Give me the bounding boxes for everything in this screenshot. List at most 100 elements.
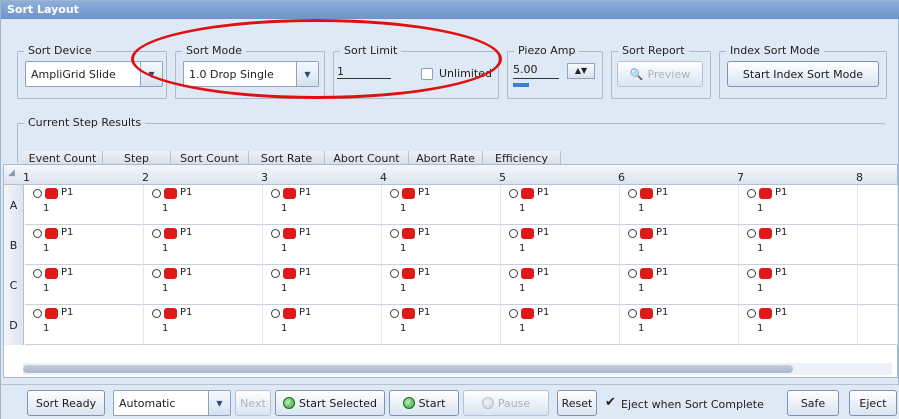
sort-ready-button[interactable]: Sort Ready — [27, 390, 105, 416]
cell-select-radio[interactable] — [152, 269, 161, 278]
cell-population-label: P1 — [656, 307, 669, 318]
unlimited-checkbox[interactable] — [421, 68, 433, 80]
cell-population-label: P1 — [61, 307, 74, 318]
cell-select-radio[interactable] — [509, 189, 518, 198]
cell-select-radio[interactable] — [390, 309, 399, 318]
start-button[interactable]: Start — [389, 390, 459, 416]
grid-cell[interactable]: P1 1 — [382, 185, 501, 225]
safe-button[interactable]: Safe — [787, 390, 839, 416]
pause-button[interactable]: Pause — [463, 390, 549, 416]
chevron-down-icon[interactable]: ▼ — [296, 62, 318, 86]
piezo-amp-input[interactable]: 5.00 — [513, 63, 559, 79]
piezo-amp-spinner[interactable]: ▲▼ — [567, 63, 595, 79]
cell-select-radio[interactable] — [33, 269, 42, 278]
cell-select-radio[interactable] — [390, 189, 399, 198]
cell-select-radio[interactable] — [628, 309, 637, 318]
reset-button[interactable]: Reset — [557, 390, 597, 416]
cell-select-radio[interactable] — [33, 229, 42, 238]
cell-select-radio[interactable] — [33, 309, 42, 318]
sort-device-combo[interactable]: AmpliGrid Slide ▼ — [25, 61, 163, 87]
grid-cell[interactable]: P1 1 — [25, 185, 144, 225]
grid-cell[interactable]: P1 1 — [144, 305, 263, 345]
piezo-amp-legend: Piezo Amp — [514, 44, 580, 57]
grid-cell[interactable]: P1 1 — [25, 305, 144, 345]
cell-select-radio[interactable] — [747, 229, 756, 238]
cell-select-radio[interactable] — [509, 229, 518, 238]
cell-count-label: 1 — [757, 323, 764, 334]
scrollbar-thumb[interactable] — [23, 365, 793, 373]
grid-cell[interactable]: P1 1 — [620, 185, 739, 225]
cell-select-radio[interactable] — [747, 309, 756, 318]
grid-cell[interactable]: P1 1 — [620, 225, 739, 265]
grid-cell[interactable]: P1 1 — [739, 225, 858, 265]
cell-select-radio[interactable] — [509, 309, 518, 318]
eject-when-complete-label: Eject when Sort Complete — [621, 398, 764, 411]
population-color-swatch — [283, 188, 296, 199]
start-selected-label: Start Selected — [298, 396, 378, 410]
grid-cell-partial[interactable] — [858, 225, 898, 265]
cell-select-radio[interactable] — [271, 189, 280, 198]
sort-limit-input[interactable]: 1 — [337, 65, 391, 79]
cell-select-radio[interactable] — [509, 269, 518, 278]
grid-cell[interactable]: P1 1 — [25, 225, 144, 265]
grid-cell[interactable]: P1 1 — [620, 305, 739, 345]
cell-count-label: 1 — [638, 243, 645, 254]
next-button[interactable]: Next — [235, 390, 271, 416]
grid-cell[interactable]: P1 1 — [739, 185, 858, 225]
population-color-swatch — [283, 308, 296, 319]
cell-select-radio[interactable] — [271, 229, 280, 238]
chevron-down-icon[interactable]: ▼ — [208, 391, 230, 415]
grid-cell[interactable]: P1 1 — [263, 225, 382, 265]
cell-select-radio[interactable] — [628, 269, 637, 278]
grid-cell-partial[interactable] — [858, 185, 898, 225]
cell-select-radio[interactable] — [152, 309, 161, 318]
sort-mode-combo[interactable]: 1.0 Drop Single ▼ — [183, 61, 319, 87]
pause-label: Pause — [497, 396, 531, 410]
cell-select-radio[interactable] — [628, 229, 637, 238]
sort-device-value: AmpliGrid Slide — [31, 67, 116, 81]
grid-cell[interactable]: P1 1 — [382, 265, 501, 305]
sort-mode-select[interactable]: Automatic ▼ — [113, 390, 231, 416]
grid-cell[interactable]: P1 1 — [25, 265, 144, 305]
grid-cell[interactable]: P1 1 — [620, 265, 739, 305]
grid-cell[interactable]: P1 1 — [501, 185, 620, 225]
grid-cell[interactable]: P1 1 — [263, 305, 382, 345]
cell-select-radio[interactable] — [271, 309, 280, 318]
grid-cell[interactable]: P1 1 — [739, 305, 858, 345]
unlimited-label: Unlimited — [439, 67, 492, 80]
grid-cell[interactable]: P1 1 — [144, 225, 263, 265]
grid-cell-partial[interactable] — [858, 265, 898, 305]
grid-cell[interactable]: P1 1 — [501, 225, 620, 265]
grid-cell[interactable]: P1 1 — [144, 185, 263, 225]
grid-cell[interactable]: P1 1 — [144, 265, 263, 305]
cell-select-radio[interactable] — [152, 189, 161, 198]
eject-button[interactable]: Eject — [849, 390, 897, 416]
preview-button[interactable]: 🔍 Preview — [617, 61, 703, 87]
start-index-sort-mode-button[interactable]: Start Index Sort Mode — [727, 61, 879, 87]
grid-cell[interactable]: P1 1 — [382, 305, 501, 345]
chevron-down-icon[interactable]: ▼ — [140, 62, 162, 86]
grid-cell[interactable]: P1 1 — [263, 185, 382, 225]
cell-select-radio[interactable] — [628, 189, 637, 198]
cell-select-radio[interactable] — [390, 269, 399, 278]
horizontal-scrollbar[interactable] — [23, 363, 892, 375]
cell-select-radio[interactable] — [390, 229, 399, 238]
cell-select-radio[interactable] — [33, 189, 42, 198]
sort-device-legend: Sort Device — [24, 44, 96, 57]
grid-cell-partial[interactable] — [858, 305, 898, 345]
cell-population-label: P1 — [61, 267, 74, 278]
grid-cell[interactable]: P1 1 — [501, 265, 620, 305]
cell-population-label: P1 — [656, 227, 669, 238]
start-selected-button[interactable]: Start Selected — [275, 390, 385, 416]
grid-cell[interactable]: P1 1 — [263, 265, 382, 305]
grid-cell[interactable]: P1 1 — [382, 225, 501, 265]
cell-select-radio[interactable] — [747, 269, 756, 278]
eject-when-complete-checkbox[interactable]: ✔ — [605, 395, 616, 410]
grid-cell[interactable]: P1 1 — [739, 265, 858, 305]
cell-select-radio[interactable] — [271, 269, 280, 278]
start-label: Start — [418, 396, 446, 410]
grid-cell[interactable]: P1 1 — [501, 305, 620, 345]
population-color-swatch — [521, 308, 534, 319]
cell-select-radio[interactable] — [152, 229, 161, 238]
cell-select-radio[interactable] — [747, 189, 756, 198]
